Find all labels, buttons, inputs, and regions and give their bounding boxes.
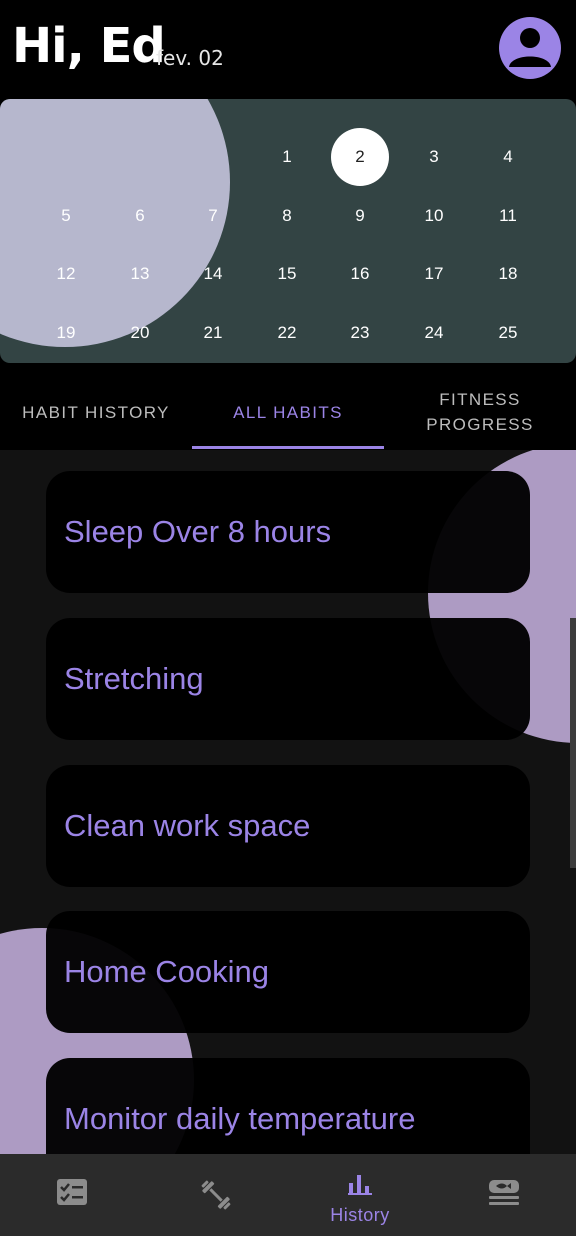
habit-name: Clean work space xyxy=(64,808,311,843)
calendar-day[interactable]: 1 xyxy=(258,128,316,186)
nav-item-fitness[interactable] xyxy=(144,1154,288,1236)
calendar-day[interactable]: 21 xyxy=(184,304,242,362)
calendar-grid: 1 2 3 4 5 6 7 8 9 10 11 12 13 14 15 16 17 18 19 20 21 22 23 24 2… xyxy=(0,99,576,363)
calendar-day[interactable]: 24 xyxy=(405,304,463,362)
habit-name: Monitor daily temperature xyxy=(64,1101,416,1136)
tab-all-habits[interactable]: ALL HABITS xyxy=(192,374,384,450)
scrollbar[interactable] xyxy=(570,618,576,868)
greeting-title: Hi, Ed xyxy=(12,18,166,74)
calendar-day[interactable]: 4 xyxy=(479,128,537,186)
habit-name: Home Cooking xyxy=(64,954,270,989)
calendar-day[interactable]: 10 xyxy=(405,187,463,245)
habit-name: Stretching xyxy=(64,661,204,696)
calendar-day[interactable]: 20 xyxy=(111,304,169,362)
bottom-navigation: History xyxy=(0,1154,576,1236)
calendar-day[interactable]: 22 xyxy=(258,304,316,362)
calendar-day[interactable]: 19 xyxy=(37,304,95,362)
calendar-day[interactable]: 2 xyxy=(331,128,389,186)
calendar-day[interactable]: 14 xyxy=(184,245,242,303)
checklist-icon xyxy=(56,1178,88,1211)
bar-chart-icon xyxy=(348,1174,372,1201)
habit-card[interactable]: Monitor daily temperature xyxy=(46,1058,530,1154)
calendar-day[interactable]: 5 xyxy=(37,187,95,245)
calendar-day[interactable]: 17 xyxy=(405,245,463,303)
app-header: Hi, Ed fev. 02 xyxy=(0,0,576,88)
calendar-day[interactable]: 15 xyxy=(258,245,316,303)
tab-fitness-progress[interactable]: FITNESS PROGRESS xyxy=(384,374,576,450)
nav-label-history: History xyxy=(330,1205,390,1225)
habit-card[interactable]: Home Cooking xyxy=(46,911,530,1033)
calendar-day[interactable]: 25 xyxy=(479,304,537,362)
calendar-day[interactable]: 23 xyxy=(331,304,389,362)
tab-habit-history[interactable]: HABIT HISTORY xyxy=(0,374,192,450)
calendar-day[interactable]: 7 xyxy=(184,187,242,245)
profile-avatar-icon[interactable] xyxy=(499,17,561,79)
habit-card[interactable]: Sleep Over 8 hours xyxy=(46,471,530,593)
calendar-day[interactable]: 3 xyxy=(405,128,463,186)
calendar-day[interactable]: 11 xyxy=(479,187,537,245)
calendar-day[interactable]: 9 xyxy=(331,187,389,245)
active-tab-indicator xyxy=(192,446,384,449)
meal-icon xyxy=(488,1178,520,1213)
habit-card[interactable]: Stretching xyxy=(46,618,530,740)
habit-name: Sleep Over 8 hours xyxy=(64,514,332,549)
nav-item-habits[interactable] xyxy=(0,1154,144,1236)
calendar-day[interactable]: 12 xyxy=(37,245,95,303)
calendar-day[interactable]: 13 xyxy=(111,245,169,303)
nav-item-history[interactable]: History xyxy=(288,1154,432,1236)
current-date: fev. 02 xyxy=(156,46,224,70)
habit-card[interactable]: Clean work space xyxy=(46,765,530,887)
dumbbell-icon xyxy=(199,1178,233,1217)
habit-tabs: HABIT HISTORY ALL HABITS FITNESS PROGRES… xyxy=(0,374,576,450)
calendar-day[interactable]: 18 xyxy=(479,245,537,303)
nav-item-meals[interactable] xyxy=(432,1154,576,1236)
calendar-day[interactable]: 16 xyxy=(331,245,389,303)
calendar-day[interactable]: 6 xyxy=(111,187,169,245)
calendar-day[interactable]: 8 xyxy=(258,187,316,245)
habit-list[interactable]: Sleep Over 8 hours Stretching Clean work… xyxy=(0,450,576,1154)
